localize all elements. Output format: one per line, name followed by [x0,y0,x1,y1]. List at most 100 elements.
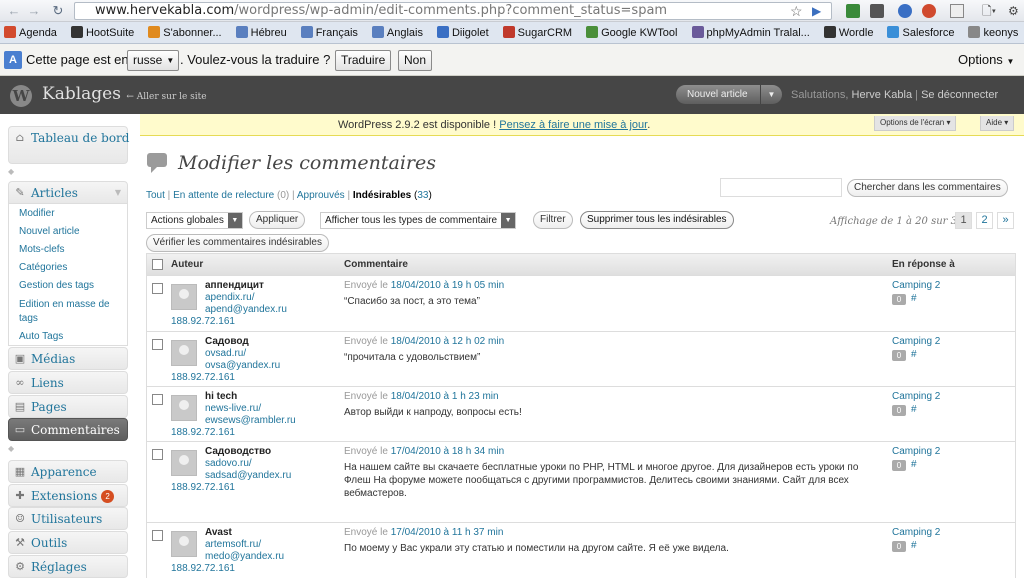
no-translate-button[interactable]: Non [398,50,433,71]
comment-count-bubble[interactable]: 0 [892,460,906,471]
comment-author-site[interactable]: news-live.ru/ [205,403,261,414]
translate-options[interactable]: Options ▼ [958,52,1014,67]
post-permalink[interactable]: # [911,293,917,304]
menu-appearance[interactable]: ▦ Apparence [8,460,128,483]
delete-all-spam-button[interactable]: Supprimer tous les indésirables [580,211,734,229]
help-button[interactable]: Aide ▾ [980,116,1015,131]
extension-icon[interactable] [870,4,884,18]
extension-icon[interactable] [950,4,964,18]
comment-count-bubble[interactable]: 0 [892,294,906,305]
extension-icon[interactable] [922,4,936,18]
row-checkbox[interactable] [152,530,163,541]
menu-extensions[interactable]: ✚ Extensions 2 [8,484,128,507]
filter-all[interactable]: Tout [146,190,165,201]
menu-comments[interactable]: ▭ Commentaires [8,418,128,441]
menu-users[interactable]: ☺ Utilisateurs [8,507,128,530]
comment-type-select[interactable]: Afficher tous les types de commentaire ▼ [320,212,517,229]
reload-icon[interactable]: ↻ [50,3,66,19]
translate-button[interactable]: Traduire [335,50,392,71]
forward-icon[interactable]: → [26,3,42,19]
menu-tools[interactable]: ⚒ Outils [8,531,128,554]
chevron-down-icon[interactable]: ▼ [760,85,782,104]
reply-post-link[interactable]: Camping 2 [892,280,940,291]
comment-author-ip[interactable]: 188.92.72.161 [171,427,235,438]
new-article-button[interactable]: Nouvel article ▼ [676,85,782,104]
comment-date-link[interactable]: 18/04/2010 à 12 h 02 min [391,336,504,347]
page-menu-icon[interactable]: 🗋▾ [982,3,996,19]
next-page-link[interactable]: » [997,212,1014,229]
language-select[interactable]: russe ▼ [127,50,180,71]
comment-count-bubble[interactable]: 0 [892,541,906,552]
bookmark-item[interactable]: Français [297,22,361,43]
row-checkbox[interactable] [152,283,163,294]
comment-author-site[interactable]: apendix.ru/ [205,292,254,303]
visit-site-link[interactable]: ← Aller sur le site [126,92,206,102]
comment-date-link[interactable]: 17/04/2010 à 18 h 34 min [391,446,504,457]
reply-post-link[interactable]: Camping 2 [892,391,940,402]
row-checkbox[interactable] [152,339,163,350]
submenu-item[interactable]: Auto Tags [19,331,63,342]
submenu-item[interactable]: Modifier [19,208,55,219]
submenu-item[interactable]: Gestion des tags [19,280,94,291]
comment-author-email[interactable]: sadsad@yandex.ru [205,470,291,481]
menu-links[interactable]: ∞ Liens [8,371,128,394]
bookmark-item[interactable]: Hébreu [232,22,290,43]
submenu-item[interactable]: Nouvel article [19,226,80,237]
update-link[interactable]: Pensez à faire une mise à jour [499,119,647,131]
bookmark-item[interactable]: Agenda [0,22,60,43]
filter-button[interactable]: Filtrer [533,211,573,229]
search-comments-button[interactable]: Chercher dans les commentaires [847,179,1008,197]
bookmark-item[interactable]: Wordle [820,22,877,43]
bookmark-item[interactable]: Anglais [368,22,426,43]
go-icon[interactable]: ▶ [812,3,821,19]
filter-pending[interactable]: En attente de relecture (0) [173,190,289,201]
menu-pages[interactable]: ▤ Pages [8,395,128,418]
comment-author-email[interactable]: ewsews@rambler.ru [205,415,296,426]
comment-author-site[interactable]: sadovo.ru/ [205,458,252,469]
address-bar[interactable]: www.hervekabla.com/wordpress/wp-admin/ed… [74,2,832,20]
bookmark-item[interactable]: Google KWTool [582,22,680,43]
bookmark-item[interactable]: Salesforce [883,22,957,43]
filter-approved[interactable]: Approuvés [297,190,345,201]
user-name-link[interactable]: Herve Kabla [852,89,913,101]
filter-spam[interactable]: Indésirables (33) [353,190,432,201]
menu-settings[interactable]: ⚙ Réglages [8,555,128,578]
menu-dashboard[interactable]: ⌂ Tableau de bord [8,126,129,164]
submenu-item[interactable]: Edition en masse de tags [19,298,123,326]
page-number-link[interactable]: 2 [976,212,993,229]
reply-post-link[interactable]: Camping 2 [892,336,940,347]
comment-author-site[interactable]: ovsad.ru/ [205,348,246,359]
menu-articles[interactable]: ✎ Articles ▼ [8,181,128,204]
comment-author-email[interactable]: apend@yandex.ru [205,304,287,315]
comment-date-link[interactable]: 18/04/2010 à 19 h 05 min [391,280,504,291]
comment-count-bubble[interactable]: 0 [892,405,906,416]
post-permalink[interactable]: # [911,540,917,551]
apply-button[interactable]: Appliquer [249,211,306,229]
menu-media[interactable]: ▣ Médias [8,347,128,370]
post-permalink[interactable]: # [911,404,917,415]
extension-icon[interactable] [846,4,860,18]
bookmark-item[interactable]: SugarCRM [499,22,575,43]
submenu-item[interactable]: Catégories [19,262,67,273]
reply-post-link[interactable]: Camping 2 [892,527,940,538]
post-permalink[interactable]: # [911,349,917,360]
comment-author-email[interactable]: medo@yandex.ru [205,551,284,562]
check-spam-button[interactable]: Vérifier les commentaires indésirables [146,234,329,252]
bookmark-item[interactable]: HootSuite [67,22,137,43]
comment-date-link[interactable]: 17/04/2010 à 11 h 37 min [391,527,504,538]
comment-author-ip[interactable]: 188.92.72.161 [171,372,235,383]
comment-date-link[interactable]: 18/04/2010 à 1 h 23 min [391,391,499,402]
star-icon[interactable]: ☆ [790,3,803,19]
bookmark-item[interactable]: keonys [964,22,1021,43]
comment-author-site[interactable]: artemsoft.ru/ [205,539,261,550]
tools-menu-icon[interactable]: ⚙ [1008,3,1019,19]
row-checkbox[interactable] [152,394,163,405]
extension-icon[interactable] [898,4,912,18]
back-icon[interactable]: ← [6,3,22,19]
reply-post-link[interactable]: Camping 2 [892,446,940,457]
select-all-checkbox[interactable] [152,259,163,270]
bulk-actions-select[interactable]: Actions globales ▼ [146,212,243,229]
comment-author-ip[interactable]: 188.92.72.161 [171,482,235,493]
comment-search-input[interactable] [720,178,842,197]
comment-author-ip[interactable]: 188.92.72.161 [171,563,235,574]
